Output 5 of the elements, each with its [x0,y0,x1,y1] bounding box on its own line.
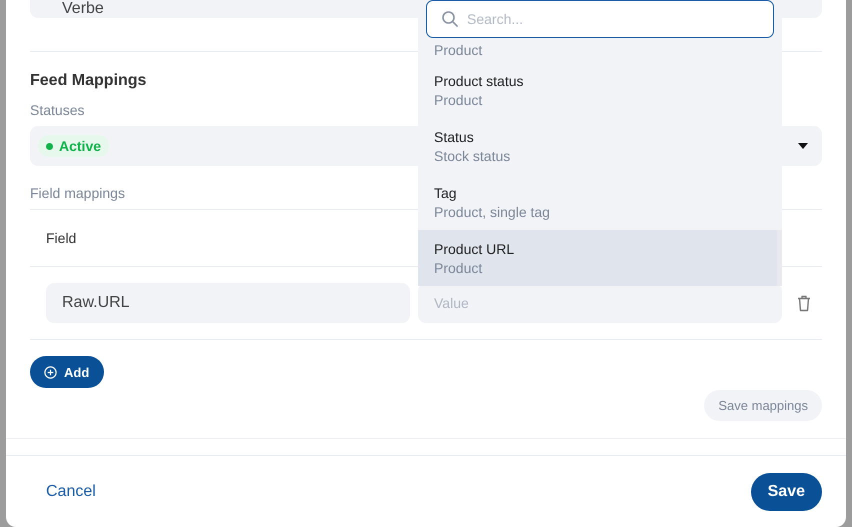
column-header: Field [46,230,76,246]
field-label: Statuses [30,101,84,120]
status-chip: Active [38,135,110,157]
field-label: Field mappings [30,184,125,203]
section-title: Feed Mappings [30,71,146,91]
